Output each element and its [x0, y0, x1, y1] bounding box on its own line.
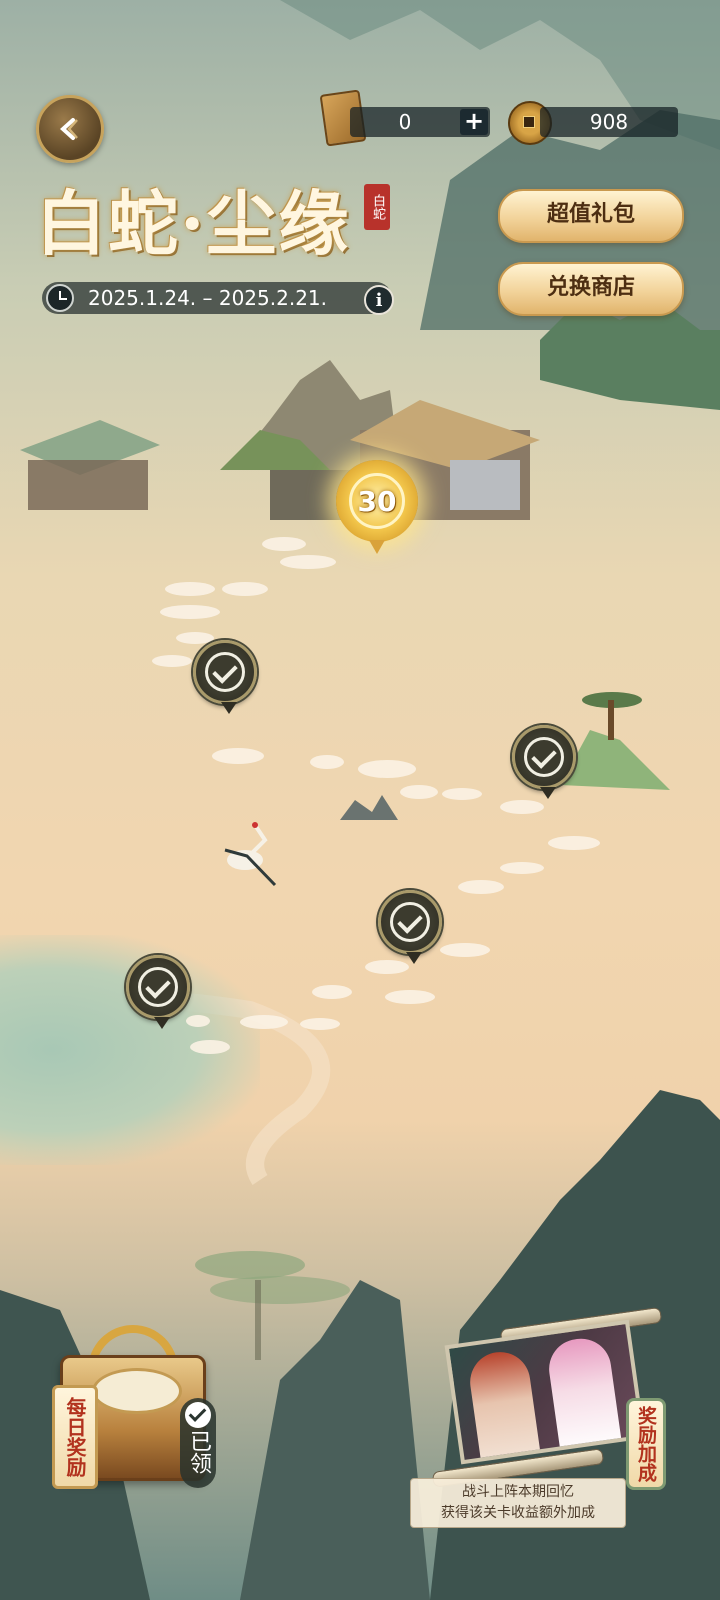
- exchange-shop-button[interactable]: 兑换商店: [498, 262, 684, 316]
- event-title: 白蛇·尘缘: [36, 182, 351, 265]
- check-icon: [390, 902, 430, 942]
- chest-lid: [92, 1368, 182, 1414]
- daily-reward-label: 每日奖励: [52, 1385, 98, 1489]
- current-level-marker[interactable]: 30: [336, 460, 418, 554]
- coin-counter: 908: [540, 107, 678, 137]
- memory-bonus-caption: 战斗上阵本期回忆 获得该关卡收益额外加成: [410, 1478, 626, 1528]
- event-date-range: 2025.1.24. – 2025.2.21.: [42, 282, 392, 314]
- completed-level-marker[interactable]: [126, 955, 190, 1029]
- coin-count: 908: [589, 110, 629, 134]
- caption-line-2: 获得该关卡收益额外加成: [441, 1505, 595, 1521]
- check-icon: [138, 967, 178, 1007]
- ticket-count: 0: [398, 110, 412, 134]
- back-button[interactable]: [36, 95, 104, 163]
- claimed-badge: 已领: [180, 1398, 216, 1488]
- character-art-red-hair: [466, 1348, 542, 1465]
- ticket-counter: 0 +: [350, 107, 490, 137]
- completed-level-marker[interactable]: [512, 725, 576, 799]
- current-level-number: 30: [349, 473, 405, 529]
- completed-level-marker[interactable]: [378, 890, 442, 964]
- title-seal: 白蛇: [364, 184, 390, 230]
- check-icon: [185, 1402, 211, 1428]
- memory-card-art: [444, 1319, 646, 1465]
- character-art-pink-hair: [545, 1334, 623, 1455]
- back-arrow-icon: [60, 118, 78, 140]
- caption-line-1: 战斗上阵本期回忆: [462, 1484, 574, 1500]
- gift-pack-button[interactable]: 超值礼包: [498, 189, 684, 243]
- check-icon: [524, 737, 564, 777]
- reward-bonus-label: 奖励加成: [626, 1398, 666, 1490]
- add-ticket-button[interactable]: +: [460, 109, 488, 135]
- check-icon: [205, 652, 245, 692]
- claimed-label: 已领: [186, 1430, 211, 1474]
- info-icon[interactable]: i: [364, 285, 394, 315]
- completed-level-marker[interactable]: [193, 640, 257, 714]
- clock-icon: [46, 284, 74, 312]
- date-range-text: 2025.1.24. – 2025.2.21.: [88, 286, 328, 310]
